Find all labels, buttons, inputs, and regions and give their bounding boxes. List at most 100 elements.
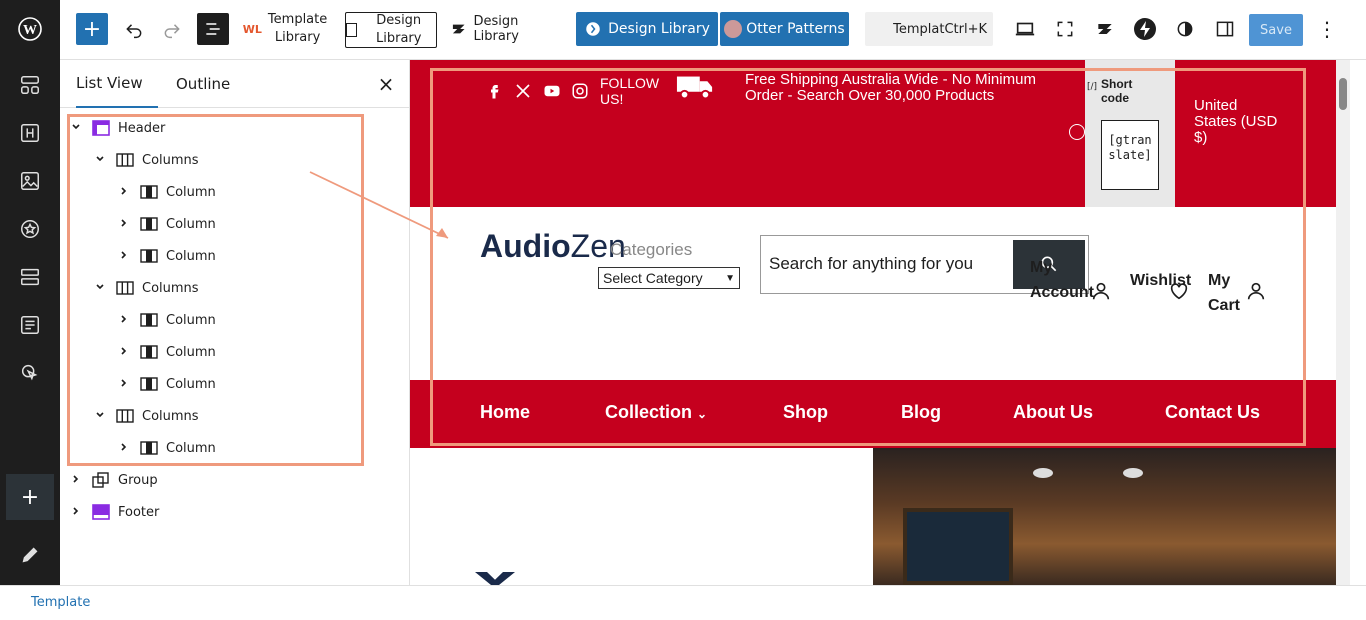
svg-text:W: W xyxy=(23,23,37,38)
column-block-icon xyxy=(140,216,158,232)
tab-list-view[interactable]: List View xyxy=(76,60,158,108)
redo-icon[interactable] xyxy=(160,12,184,46)
canvas-scrollbar[interactable] xyxy=(1336,60,1350,585)
form-icon[interactable] xyxy=(18,313,42,337)
tree-item-label: Column xyxy=(166,216,216,232)
add-block-icon[interactable]: + xyxy=(6,474,54,520)
tree-item-column[interactable]: Column xyxy=(116,368,216,400)
otter-icon xyxy=(724,20,743,38)
chevron-right-icon[interactable] xyxy=(116,314,132,327)
undo-icon[interactable] xyxy=(122,12,146,46)
chevron-right-icon[interactable] xyxy=(116,442,132,455)
tab-outline[interactable]: Outline xyxy=(176,60,246,108)
chevron-right-icon[interactable] xyxy=(116,346,132,359)
window-shape xyxy=(903,508,1013,585)
save-button[interactable]: Save xyxy=(1249,14,1303,46)
admin-sidebar: W + xyxy=(0,0,60,585)
chevron-right-icon[interactable] xyxy=(68,474,84,487)
patterns-icon[interactable] xyxy=(18,73,42,97)
design-library-blue-label: Design Library xyxy=(608,21,710,37)
cursor-click-icon[interactable] xyxy=(18,361,42,385)
more-options-icon[interactable]: ⋮ xyxy=(1315,12,1339,46)
chevron-down-icon[interactable] xyxy=(68,122,84,135)
group-block-icon xyxy=(92,472,110,488)
stackable-icon xyxy=(452,24,465,34)
design-library-blue-button[interactable]: Design Library xyxy=(576,12,718,46)
otter-patterns-button[interactable]: Otter Patterns xyxy=(720,12,849,46)
save-label: Save xyxy=(1260,22,1292,38)
chevron-down-icon[interactable] xyxy=(92,410,108,423)
chevron-right-icon[interactable] xyxy=(116,186,132,199)
tree-item-header[interactable]: Header xyxy=(68,112,165,144)
lightning-icon[interactable] xyxy=(1132,12,1158,46)
heading-icon[interactable] xyxy=(18,121,42,145)
tree-item-label: Column xyxy=(166,344,216,360)
command-palette-button[interactable]: TemplatCtrl+K xyxy=(865,12,993,46)
tree-item-column[interactable]: Column xyxy=(116,336,216,368)
column-block-icon xyxy=(140,376,158,392)
design-library-button[interactable]: Design Library xyxy=(450,12,565,46)
tree-item-label: Columns xyxy=(142,280,199,296)
column-block-icon xyxy=(140,344,158,360)
block-inserter-button[interactable]: + xyxy=(76,13,108,45)
design-library-outline-label: Design Library xyxy=(376,13,422,46)
star-icon[interactable] xyxy=(18,217,42,241)
column-block-icon xyxy=(140,184,158,200)
close-icon[interactable]: × xyxy=(376,74,396,94)
header-block-icon xyxy=(92,120,110,136)
tree-item-columns[interactable]: Columns xyxy=(92,400,199,432)
chevron-right-icon[interactable] xyxy=(68,506,84,519)
column-block-icon xyxy=(140,312,158,328)
tree-item-column[interactable]: Column xyxy=(116,304,216,336)
design-library-outline-button[interactable]: Design Library xyxy=(345,12,437,48)
tree-item-label: Column xyxy=(166,440,216,456)
tree-item-label: Column xyxy=(166,184,216,200)
template-library-icon: WL xyxy=(242,22,262,36)
scroll-thumb[interactable] xyxy=(1339,78,1347,110)
chevron-right-icon[interactable] xyxy=(116,250,132,263)
image-icon[interactable] xyxy=(18,169,42,193)
design-library-label: Design Library xyxy=(473,14,519,44)
sidebar-toggle-icon[interactable] xyxy=(1213,12,1237,46)
breadcrumb[interactable]: Template xyxy=(31,595,90,610)
heading-fragment xyxy=(475,572,515,585)
tree-item-group[interactable]: Group xyxy=(68,464,158,496)
tree-item-label: Group xyxy=(118,472,158,488)
tree-item-columns[interactable]: Columns xyxy=(92,272,199,304)
tree-item-label: Header xyxy=(118,120,166,136)
document-overview-button[interactable] xyxy=(197,13,229,45)
layout-icon[interactable] xyxy=(18,265,42,289)
tree-item-footer[interactable]: Footer xyxy=(68,496,159,528)
fullscreen-icon[interactable] xyxy=(1053,12,1077,46)
chevron-down-icon[interactable] xyxy=(92,282,108,295)
tree-item-label: Footer xyxy=(118,504,160,520)
tree-item-columns[interactable]: Columns xyxy=(92,144,199,176)
chevron-right-icon[interactable] xyxy=(116,378,132,391)
editor-footer: Template xyxy=(0,585,1366,620)
ceiling-light xyxy=(1033,468,1053,478)
columns-block-icon xyxy=(116,408,134,424)
column-block-icon xyxy=(140,440,158,456)
tree-item-label: Columns xyxy=(142,152,199,168)
tree-item-column[interactable]: Column xyxy=(116,208,216,240)
chevron-down-icon[interactable] xyxy=(92,154,108,167)
otter-patterns-label: Otter Patterns xyxy=(746,21,845,37)
footer-block-icon xyxy=(92,504,110,520)
template-library-button[interactable]: WL Template Library xyxy=(243,12,327,46)
tree-item-label: Column xyxy=(166,376,216,392)
library-icon xyxy=(586,22,600,36)
template-library-label: Template Library xyxy=(267,12,328,45)
columns-block-icon xyxy=(116,152,134,168)
pencil-icon[interactable] xyxy=(18,543,42,567)
tree-item-column[interactable]: Column xyxy=(116,432,216,464)
tree-item-column[interactable]: Column xyxy=(116,176,216,208)
stackable-settings-icon[interactable] xyxy=(1093,12,1117,46)
tree-item-label: Column xyxy=(166,312,216,328)
tree-item-column[interactable]: Column xyxy=(116,240,216,272)
wordpress-logo-icon[interactable]: W xyxy=(18,17,42,41)
contrast-icon[interactable] xyxy=(1173,12,1197,46)
desktop-preview-icon[interactable] xyxy=(1013,12,1037,46)
tree-item-label: Column xyxy=(166,248,216,264)
chevron-right-icon[interactable] xyxy=(116,218,132,231)
editor-canvas: FOLLOW US! Free Shipping Australia Wide … xyxy=(410,60,1336,585)
